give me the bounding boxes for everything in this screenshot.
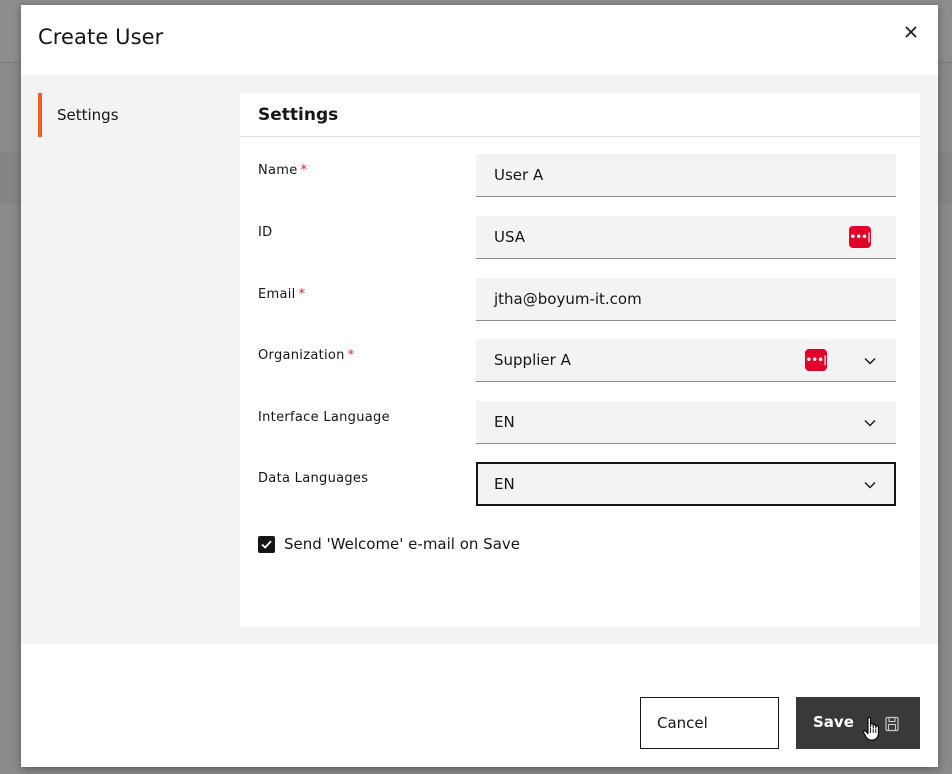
required-marker: * [298, 287, 306, 302]
id-label-text: ID [258, 225, 273, 240]
organization-label: Organization * [258, 348, 355, 363]
save-icon [884, 716, 900, 732]
email-label-text: Email [258, 287, 296, 302]
chevron-down-icon [863, 478, 877, 492]
dialog-title: Create User [38, 25, 164, 49]
organization-label-text: Organization [258, 348, 345, 363]
name-label-text: Name [258, 163, 298, 178]
settings-panel: Settings Name * User A ID USA •••| Email * [240, 93, 920, 627]
interface-language-select-value: EN [494, 413, 515, 431]
id-label: ID [258, 225, 272, 240]
dialog-body: Settings Settings Name * User A ID USA ••… [21, 75, 938, 644]
active-indicator [38, 93, 42, 137]
data-languages-select-value: EN [494, 475, 515, 493]
welcome-email-checkbox[interactable] [258, 536, 275, 553]
side-nav-item-label: Settings [57, 106, 119, 124]
data-languages-label-text: Data Languages [258, 471, 369, 486]
email-input-value: jtha@boyum-it.com [494, 290, 642, 308]
data-languages-label: Data Languages [258, 471, 368, 486]
create-user-dialog: Create User Settings Settings Name * User… [21, 5, 938, 767]
password-manager-icon[interactable]: •••| [805, 349, 827, 371]
name-label: Name * [258, 163, 307, 178]
welcome-email-label: Send 'Welcome' e-mail on Save [284, 535, 520, 553]
hand-cursor-icon [862, 716, 882, 742]
cancel-button[interactable]: Cancel [640, 697, 779, 749]
data-languages-select[interactable]: EN [476, 462, 896, 506]
side-nav-item-settings[interactable]: Settings [38, 93, 218, 137]
id-input-value: USA [494, 228, 526, 246]
required-marker: * [300, 163, 308, 178]
email-input[interactable]: jtha@boyum-it.com [476, 278, 896, 321]
panel-header: Settings [240, 93, 920, 137]
name-input-value: User A [494, 166, 544, 184]
password-manager-icon[interactable]: •••| [849, 226, 871, 248]
interface-language-label: Interface Language [258, 410, 390, 425]
organization-select-value: Supplier A [494, 351, 571, 369]
id-input[interactable]: USA •••| [476, 216, 896, 259]
chevron-down-icon [863, 416, 877, 430]
name-input[interactable]: User A [476, 154, 896, 197]
interface-language-select[interactable]: EN [476, 401, 896, 444]
interface-language-label-text: Interface Language [258, 410, 390, 425]
side-nav: Settings [21, 75, 231, 644]
organization-select[interactable]: Supplier A •••| [476, 339, 896, 382]
required-marker: * [347, 348, 355, 363]
save-button-label: Save [813, 713, 854, 731]
cancel-button-label: Cancel [657, 714, 708, 732]
close-icon[interactable] [900, 21, 922, 43]
chevron-down-icon [863, 354, 877, 368]
save-button[interactable]: Save [796, 697, 920, 749]
panel-title: Settings [258, 105, 339, 125]
email-label: Email * [258, 287, 305, 302]
